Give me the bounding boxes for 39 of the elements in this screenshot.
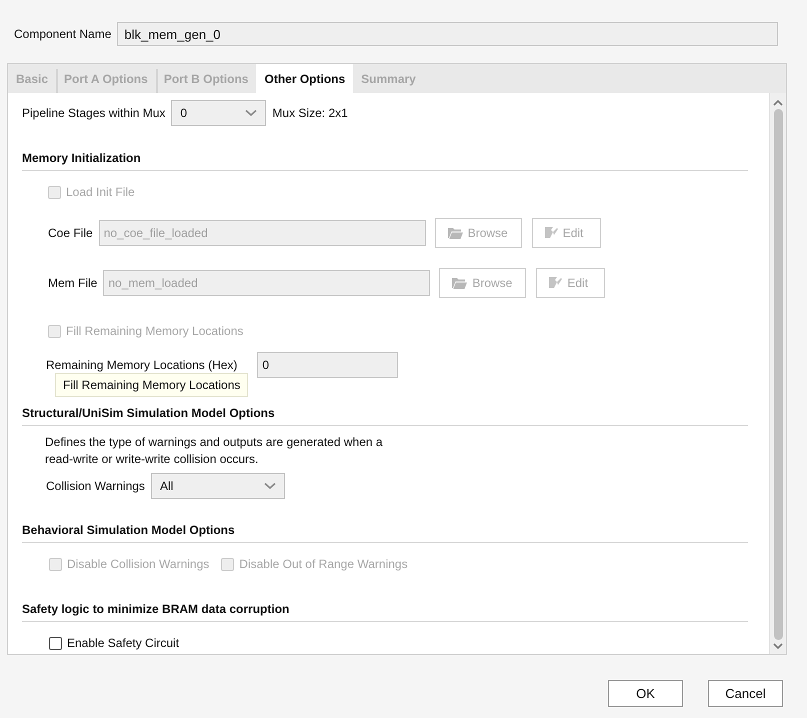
chevron-down-icon (264, 482, 276, 490)
scrollbar[interactable] (769, 93, 786, 654)
hex-value-field[interactable]: 0 (257, 352, 398, 378)
chevron-down-icon (245, 109, 258, 117)
mux-size-text: Mux Size: 2x1 (272, 106, 348, 120)
collision-warnings-dropdown[interactable]: All (150, 473, 285, 499)
checkbox-label: Disable Collision Warnings (67, 557, 210, 571)
edit-icon (544, 226, 558, 240)
component-name-field[interactable]: blk_mem_gen_0 (117, 22, 778, 46)
pipeline-dropdown[interactable]: 0 (171, 100, 266, 126)
field-label: Component Name (14, 27, 112, 41)
dialog-button[interactable]: OK (608, 680, 683, 707)
tab[interactable]: Other Options (256, 64, 354, 93)
checkbox[interactable] (49, 636, 62, 650)
checkbox-label: Enable Safety Circuit (67, 636, 180, 650)
section-header: Safety logic to minimize BRAM data corruption (22, 602, 748, 622)
edit-icon (549, 276, 562, 290)
folder-icon (448, 227, 463, 239)
tooltip: Fill Remaining Memory Locations (55, 373, 248, 397)
scroll-up-icon[interactable] (773, 99, 783, 106)
description-text: Defines the type of warnings and outputs are generated when a read-write or write-write collision occurs. (44, 434, 384, 468)
tab[interactable]: Basic (8, 64, 56, 93)
tab[interactable]: Port A Options (56, 64, 156, 93)
field-label: Collision Warnings (46, 479, 145, 493)
checkbox-label: Fill Remaining Memory Locations (66, 324, 244, 338)
checkbox-label: Disable Out of Range Warnings (239, 557, 408, 571)
field-label: Pipeline Stages within Mux (22, 106, 166, 120)
section-header: Structural/UniSim Simulation Model Options (22, 406, 748, 426)
section-header: Memory Initialization (22, 151, 748, 171)
section-header: Behavioral Simulation Model Options (22, 523, 748, 543)
field-label: Remaining Memory Locations (Hex) (46, 358, 238, 372)
field-label: Coe File (48, 226, 93, 240)
folder-icon (452, 277, 468, 289)
scroll-down-icon[interactable] (773, 643, 783, 650)
tab[interactable]: Port B Options (156, 64, 256, 93)
field-label: Mem File (48, 276, 98, 290)
tab[interactable]: Summary (353, 64, 424, 93)
checkbox-label: Load Init File (66, 185, 135, 199)
dialog-button[interactable]: Cancel (708, 680, 783, 707)
